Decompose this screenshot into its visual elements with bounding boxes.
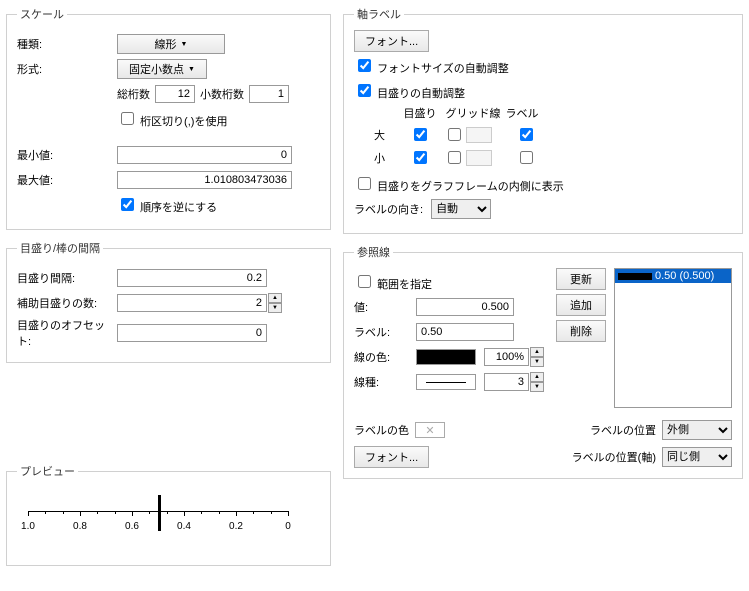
- range-check[interactable]: 範囲を指定: [354, 272, 432, 292]
- minor-tick-check[interactable]: [414, 151, 427, 164]
- orient-select[interactable]: 自動: [431, 199, 491, 219]
- decimal-digits-input[interactable]: [249, 85, 289, 103]
- label-decimal-digits: 小数桁数: [200, 86, 244, 102]
- max-input[interactable]: [117, 171, 292, 189]
- label-total-digits: 総桁数: [117, 86, 150, 102]
- label-labelcolor: ラベルの色: [354, 422, 409, 438]
- label-format: 形式:: [17, 61, 117, 77]
- spinner-down-icon[interactable]: ▼: [530, 357, 544, 367]
- interval-input[interactable]: [117, 269, 267, 287]
- minor-input[interactable]: [117, 294, 267, 312]
- scale-type-dropdown[interactable]: 線形▼: [117, 34, 225, 54]
- legend-refline: 参照線: [354, 244, 393, 260]
- label-type: 種類:: [17, 36, 117, 52]
- line-style-picker[interactable]: [416, 374, 476, 390]
- minor-label-check[interactable]: [520, 151, 533, 164]
- fieldset-refline: 参照線 範囲を指定 値: ラベル:: [343, 244, 743, 479]
- chevron-down-icon: ▼: [181, 41, 188, 48]
- legend-axislabel: 軸ラベル: [354, 6, 404, 22]
- list-item[interactable]: 0.50 (0.500): [615, 269, 731, 283]
- chevron-down-icon: ▼: [188, 66, 195, 73]
- labelpos-axis-select[interactable]: 同じ側: [662, 447, 732, 467]
- spinner-down-icon[interactable]: ▼: [530, 382, 544, 392]
- reverse-order-check[interactable]: 順序を逆にする: [117, 195, 217, 215]
- scale-format-dropdown[interactable]: 固定小数点▼: [117, 59, 207, 79]
- inside-tick-check[interactable]: 目盛りをグラフフレームの内側に表示: [354, 174, 564, 194]
- delete-button[interactable]: 削除: [556, 320, 606, 342]
- label-labelpos-axis: ラベルの位置(軸): [572, 449, 656, 465]
- swatch-icon: [618, 273, 652, 280]
- label-offset: 目盛りのオフセット:: [17, 317, 117, 349]
- label-orient: ラベルの向き:: [354, 201, 423, 217]
- major-label-check[interactable]: [520, 128, 533, 141]
- major-grid-style[interactable]: [466, 127, 492, 143]
- auto-tick-check[interactable]: 目盛りの自動調整: [354, 81, 465, 101]
- label-color-picker[interactable]: ✕: [415, 422, 445, 438]
- update-button[interactable]: 更新: [556, 268, 606, 290]
- fieldset-ticks: 目盛り/棒の間隔 目盛り間隔: 補助目盛りの数: ▲▼ 目盛りのオフセット:: [6, 240, 331, 363]
- label-color: 線の色:: [354, 349, 416, 365]
- auto-font-check[interactable]: フォントサイズの自動調整: [354, 56, 509, 76]
- axis-font-button[interactable]: フォント...: [354, 30, 429, 52]
- total-digits-input[interactable]: [155, 85, 195, 103]
- label-max: 最大値:: [17, 172, 117, 188]
- label-labelpos: ラベルの位置: [590, 422, 656, 438]
- linewidth-spinner[interactable]: ▲▼: [530, 372, 544, 392]
- offset-input[interactable]: [117, 324, 267, 342]
- preview-canvas: 1.00.80.60.40.20: [23, 491, 293, 551]
- opacity-spinner[interactable]: ▲▼: [530, 347, 544, 367]
- hd-tick: 目盛り: [396, 105, 444, 121]
- label-interval: 目盛り間隔:: [17, 270, 117, 286]
- minor-spinner[interactable]: ▲▼: [268, 293, 282, 313]
- legend-ticks: 目盛り/棒の間隔: [17, 240, 103, 256]
- add-button[interactable]: 追加: [556, 294, 606, 316]
- line-color-picker[interactable]: [416, 349, 476, 365]
- label-value: 値:: [354, 299, 416, 315]
- row-major: 大: [374, 127, 396, 143]
- minor-grid-style[interactable]: [466, 150, 492, 166]
- label-min: 最小値:: [17, 147, 117, 163]
- major-grid-check[interactable]: [448, 128, 461, 141]
- hd-grid: グリッド線: [444, 105, 502, 121]
- spinner-up-icon[interactable]: ▲: [268, 293, 282, 303]
- hd-label: ラベル: [502, 105, 542, 121]
- reflabel-input[interactable]: [416, 323, 514, 341]
- label-reflabel: ラベル:: [354, 324, 416, 340]
- label-minor: 補助目盛りの数:: [17, 295, 117, 311]
- fieldset-scale: スケール 種類: 線形▼ 形式: 固定小数点▼ 総桁数 小数桁数: [6, 6, 331, 230]
- label-style: 線種:: [354, 374, 416, 390]
- linewidth-input[interactable]: [484, 373, 529, 391]
- row-minor: 小: [374, 150, 396, 166]
- legend-scale: スケール: [17, 6, 67, 22]
- min-input[interactable]: [117, 146, 292, 164]
- major-tick-check[interactable]: [414, 128, 427, 141]
- minor-grid-check[interactable]: [448, 151, 461, 164]
- thousands-sep-check[interactable]: 桁区切り(,)を使用: [117, 109, 227, 129]
- spinner-down-icon[interactable]: ▼: [268, 303, 282, 313]
- fieldset-preview: プレビュー 1.00.80.60.40.20: [6, 463, 331, 566]
- value-input[interactable]: [416, 298, 514, 316]
- opacity-input[interactable]: [484, 348, 529, 366]
- fieldset-axislabel: 軸ラベル フォント... フォントサイズの自動調整 目盛りの自動調整 目盛り グ…: [343, 6, 743, 234]
- labelpos-select[interactable]: 外側: [662, 420, 732, 440]
- spinner-up-icon[interactable]: ▲: [530, 372, 544, 382]
- refline-list[interactable]: 0.50 (0.500): [614, 268, 732, 408]
- spinner-up-icon[interactable]: ▲: [530, 347, 544, 357]
- legend-preview: プレビュー: [17, 463, 78, 479]
- refline-font-button[interactable]: フォント...: [354, 446, 429, 468]
